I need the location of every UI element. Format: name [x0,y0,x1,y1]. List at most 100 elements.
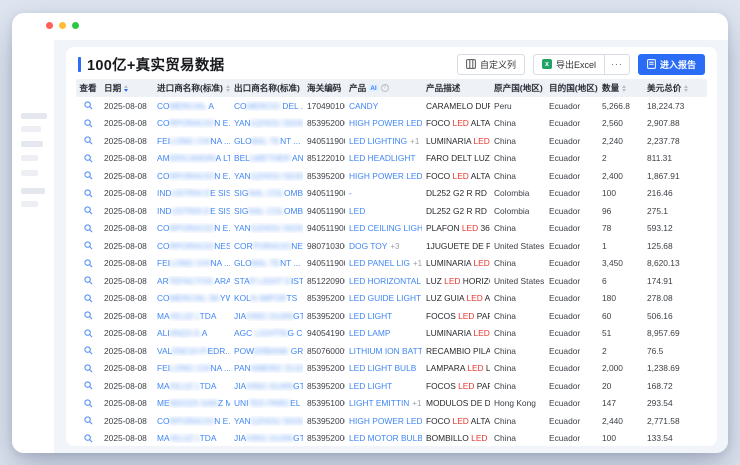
product-link[interactable]: LITHIUM ION BATTE [345,346,422,356]
column-header[interactable]: 出口商名称(标准) [230,82,303,94]
view-record-button[interactable] [76,171,100,180]
view-record-button[interactable] [76,189,100,198]
view-record-button[interactable] [76,224,100,233]
view-record-button[interactable] [76,416,100,425]
importer-link[interactable]: CORPORACIONES... [153,241,230,251]
product-link[interactable]: HIGH POWER LED F [345,171,422,181]
product-link[interactable]: LED MOTOR BULB [345,433,422,443]
exporter-link[interactable]: AGC LIGHTING C... [230,328,303,338]
product-link[interactable]: LED HORIZONTAL L [345,276,422,286]
magnifier-icon [84,399,93,408]
importer-link[interactable]: MAXILUZ LTDA [153,311,230,321]
importer-link[interactable]: INDUSTRIA DE SIS... [153,206,230,216]
product-link[interactable]: LED LAMP [345,328,422,338]
importer-link[interactable]: MAXILUZ LTDA [153,381,230,391]
importer-link[interactable]: ALIANZA S.A [153,328,230,338]
product-link[interactable]: - [345,188,422,198]
product-link[interactable]: LED LIGHTING+1 [345,136,422,146]
exporter-link[interactable]: YANGZHOU SIGNAL LI... [230,416,303,426]
view-record-button[interactable] [76,329,100,338]
hs-code-cell: 851220900 [303,276,345,286]
view-record-button[interactable] [76,399,100,408]
importer-link[interactable]: AMERICANDINA LTDA [153,153,230,163]
product-link[interactable]: HIGH POWER LED F [345,118,422,128]
exporter-link[interactable]: BELLWETHER AND... [230,153,303,163]
exporter-link[interactable]: KOLN IMPORTS [230,293,303,303]
view-record-button[interactable] [76,276,100,285]
view-record-button[interactable] [76,311,100,320]
importer-link[interactable]: CORPORACION E... [153,416,230,426]
exporter-link[interactable]: YANGZHOU SIGNAL LI... [230,171,303,181]
product-link[interactable]: LED LIGHT BULB [345,363,422,373]
importer-link[interactable]: COMERCIAL SKYWI... [153,293,230,303]
usd-total-cell: 8,620.13 [643,258,707,268]
view-record-button[interactable] [76,241,100,250]
export-excel-button[interactable]: x 导出Excel [533,54,605,75]
close-window-icon[interactable] [46,22,53,29]
exporter-link[interactable]: YANGZHOU SIGNAL LI... [230,223,303,233]
customize-columns-label: 自定义列 [480,58,516,71]
product-link[interactable]: LED CEILING LIGHT [345,223,422,233]
view-record-button[interactable] [76,206,100,215]
hs-code-cell: 853952000 [303,416,345,426]
importer-link[interactable]: CORPORACION E... [153,223,230,233]
product-link[interactable]: LED LIGHT [345,381,422,391]
exporter-link[interactable]: JIAXING GUANGT... [230,433,303,443]
minimize-window-icon[interactable] [59,22,66,29]
view-record-button[interactable] [76,136,100,145]
product-link[interactable]: LED [345,206,422,216]
importer-link[interactable]: MENDOZA SANZ M... [153,398,230,408]
exporter-link[interactable]: GLOBAL TENT ... [230,258,303,268]
exporter-link[interactable]: SIGNAL COLOMB... [230,206,303,216]
importer-link[interactable]: VALENCIA PIEDR... [153,346,230,356]
view-record-button[interactable] [76,119,100,128]
importer-link[interactable]: INDUSTRIA DE SIS... [153,188,230,198]
exporter-link[interactable]: UNITED PARCEL ... [230,398,303,408]
importer-link[interactable]: MAXILUZ LTDA [153,433,230,443]
view-record-button[interactable] [76,434,100,443]
view-record-button[interactable] [76,381,100,390]
exporter-link[interactable]: YANGZHOU SIGNAL LI... [230,118,303,128]
zoom-window-icon[interactable] [72,22,79,29]
destination-country-cell: Ecuador [545,136,598,146]
exporter-link[interactable]: PANAMERIC ELECTRIC... [230,363,303,373]
importer-link[interactable]: FEILONG CHINA ... [153,136,230,146]
exporter-link[interactable]: JIAXING GUANGT... [230,381,303,391]
product-link[interactable]: CANDY [345,101,422,111]
view-record-button[interactable] [76,364,100,373]
importer-link[interactable]: CORPORACION E... [153,171,230,181]
column-header[interactable]: 进口商名称(标准) [153,82,230,94]
importer-link[interactable]: FEILONG CHINA ... [153,258,230,268]
exporter-link[interactable]: COMERCIO DEL ... [230,101,303,111]
column-header[interactable]: 数量 [598,82,643,94]
product-link[interactable]: LED LIGHT [345,311,422,321]
exporter-link[interactable]: SIGNAL COLOMB... [230,188,303,198]
exporter-link[interactable]: JIAXING GUANGT... [230,311,303,321]
view-record-button[interactable] [76,154,100,163]
exporter-link[interactable]: STAR LIGHT DIST... [230,276,303,286]
column-header[interactable]: 美元总价 [643,82,707,94]
product-link[interactable]: HIGH POWER LED F [345,416,422,426]
exporter-link[interactable]: CORPORACIONES... [230,241,303,251]
view-record-button[interactable] [76,346,100,355]
customize-columns-button[interactable]: 自定义列 [457,54,525,75]
product-link[interactable]: DOG TOY+3 [345,241,422,251]
exporter-link[interactable]: POWERBANK GR... [230,346,303,356]
importer-link[interactable]: ARTEFACTOS ARA... [153,276,230,286]
product-link[interactable]: LED PANEL LIG+1 [345,258,422,268]
product-link[interactable]: LIGHT EMITTIN+1 [345,398,422,408]
origin-country-cell: China [490,136,545,146]
importer-link[interactable]: CORPORACION E... [153,118,230,128]
product-link[interactable]: LED GUIDE LIGHT T [345,293,422,303]
importer-link[interactable]: FEILONG CHINA ... [153,363,230,373]
view-record-button[interactable] [76,259,100,268]
product-link[interactable]: LED HEADLIGHT [345,153,422,163]
more-options-button[interactable]: ··· [605,54,630,75]
importer-link[interactable]: COMERCIAL A [153,101,230,111]
view-record-button[interactable] [76,294,100,303]
column-header[interactable]: 日期 [100,82,153,94]
enter-report-button[interactable]: 进入报告 [638,54,705,75]
sort-carets-icon [684,85,688,92]
view-record-button[interactable] [76,101,100,110]
exporter-link[interactable]: GLOBAL TENT ... [230,136,303,146]
